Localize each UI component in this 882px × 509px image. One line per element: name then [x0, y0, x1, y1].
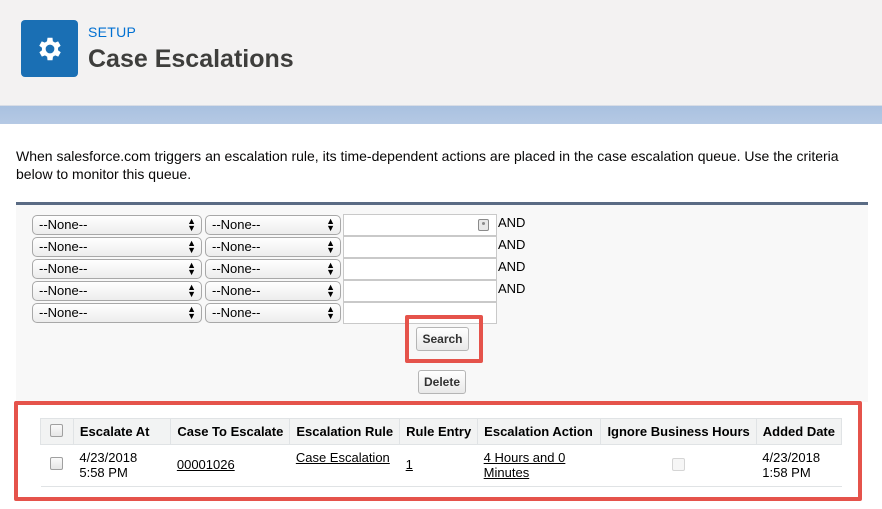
- filter-field-select-1[interactable]: --None-- ▲ ▼: [32, 215, 202, 235]
- filter-connector-1: AND: [498, 215, 526, 230]
- row-checkbox[interactable]: [50, 457, 64, 470]
- col-rule-entry[interactable]: Rule Entry: [399, 418, 479, 445]
- select-arrows-icon: ▲ ▼: [326, 238, 335, 255]
- filter-value-input-2[interactable]: [343, 236, 497, 258]
- filter-operator-select-5[interactable]: --None-- ▲ ▼: [205, 303, 341, 323]
- select-arrows-icon: ▲ ▼: [326, 282, 335, 299]
- filter-field-select-3[interactable]: --None-- ▲ ▼: [32, 259, 202, 279]
- filter-connector-3: AND: [498, 259, 526, 274]
- col-escalate-at[interactable]: Escalate At: [72, 418, 172, 445]
- entry-cell: 1: [399, 444, 478, 487]
- page-header: SETUP Case Escalations: [0, 0, 882, 106]
- filter-operator-select-3[interactable]: --None-- ▲ ▼: [205, 259, 341, 279]
- filter-connector-4: AND: [498, 281, 526, 296]
- escalation-queue-table: Escalate At Case To Escalate Escalation …: [40, 418, 843, 487]
- select-arrows-icon: ▲ ▼: [326, 304, 335, 321]
- filter-field-select-2[interactable]: --None-- ▲ ▼: [32, 237, 202, 257]
- filter-operator-select-1[interactable]: --None-- ▲ ▼: [205, 215, 341, 235]
- gear-icon: [21, 20, 78, 77]
- select-arrows-icon: ▲ ▼: [326, 216, 335, 233]
- intro-text: When salesforce.com triggers an escalati…: [16, 148, 839, 182]
- row-select-cell: [40, 444, 74, 487]
- select-all-header: [40, 418, 74, 445]
- case-cell: 00001026: [170, 444, 290, 487]
- select-arrows-icon: ▲ ▼: [187, 216, 196, 233]
- lookup-icon[interactable]: [478, 219, 489, 231]
- filter-field-select-4[interactable]: --None-- ▲ ▼: [32, 281, 202, 301]
- select-arrows-icon: ▲ ▼: [187, 304, 196, 321]
- breadcrumb[interactable]: SETUP: [88, 24, 136, 40]
- action-cell: 4 Hours and 0 Minutes: [477, 444, 601, 487]
- col-case-to-escalate[interactable]: Case To Escalate: [170, 418, 291, 445]
- page-title: Case Escalations: [88, 45, 294, 73]
- filter-value-input-4[interactable]: [343, 280, 497, 302]
- search-button[interactable]: Search: [416, 327, 469, 351]
- table-header-row: Escalate At Case To Escalate Escalation …: [40, 418, 843, 445]
- select-all-checkbox[interactable]: [50, 423, 64, 437]
- ignore-hours-cell: [600, 444, 757, 487]
- case-link[interactable]: 00001026: [177, 457, 235, 472]
- delete-button[interactable]: Delete: [418, 370, 466, 394]
- filter-field-select-5[interactable]: --None-- ▲ ▼: [32, 303, 202, 323]
- escalation-action-link[interactable]: 4 Hours and 0 Minutes: [484, 450, 566, 480]
- rule-cell: Case Escalation: [289, 444, 400, 487]
- col-added-date[interactable]: Added Date: [755, 418, 843, 445]
- added-date-cell: 4/23/2018 1:58 PM: [756, 444, 842, 487]
- ignore-business-hours-checkbox: [672, 458, 686, 471]
- filter-operator-select-2[interactable]: --None-- ▲ ▼: [205, 237, 341, 257]
- select-arrows-icon: ▲ ▼: [187, 282, 196, 299]
- col-ignore-business-hours[interactable]: Ignore Business Hours: [600, 418, 757, 445]
- table-row: 4/23/2018 5:58 PM 00001026 Case Escalati…: [40, 444, 842, 487]
- select-arrows-icon: ▲ ▼: [187, 238, 196, 255]
- decorative-band: [0, 106, 882, 124]
- filter-connector-2: AND: [498, 237, 526, 252]
- col-escalation-action[interactable]: Escalation Action: [477, 418, 602, 445]
- escalate-at-cell: 4/23/2018 5:58 PM: [73, 444, 171, 487]
- select-arrows-icon: ▲ ▼: [326, 260, 335, 277]
- filter-value-input-1[interactable]: [343, 214, 497, 236]
- col-escalation-rule[interactable]: Escalation Rule: [289, 418, 401, 445]
- rule-entry-link[interactable]: 1: [406, 457, 413, 472]
- filter-value-input-3[interactable]: [343, 258, 497, 280]
- select-arrows-icon: ▲ ▼: [187, 260, 196, 277]
- escalation-rule-link[interactable]: Case Escalation: [296, 450, 390, 465]
- filter-operator-select-4[interactable]: --None-- ▲ ▼: [205, 281, 341, 301]
